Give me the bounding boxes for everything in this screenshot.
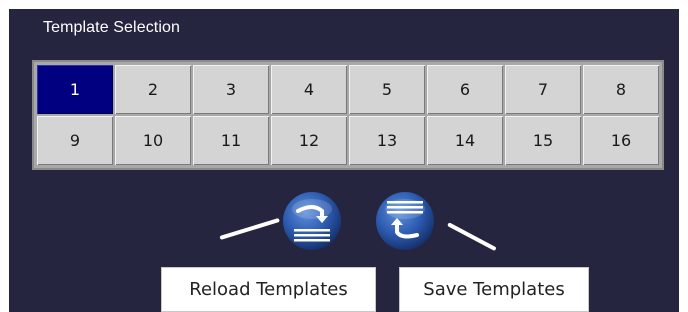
- template-cell-2[interactable]: 2: [115, 65, 191, 114]
- template-grid: 1 2 3 4 5 6 7 8 9 10 11 12 13 14 15 16: [32, 60, 664, 170]
- template-cell-12[interactable]: 12: [271, 116, 347, 165]
- template-cell-10[interactable]: 10: [115, 116, 191, 165]
- save-templates-icon: [376, 192, 434, 250]
- template-cell-3[interactable]: 3: [193, 65, 269, 114]
- template-cell-8[interactable]: 8: [583, 65, 659, 114]
- template-cell-7[interactable]: 7: [505, 65, 581, 114]
- reload-templates-label[interactable]: Reload Templates: [161, 267, 376, 312]
- template-cell-1[interactable]: 1: [37, 65, 113, 114]
- template-cell-9[interactable]: 9: [37, 116, 113, 165]
- save-templates-label[interactable]: Save Templates: [399, 267, 589, 312]
- template-cell-4[interactable]: 4: [271, 65, 347, 114]
- panel-title: Template Selection: [43, 19, 180, 36]
- template-cell-15[interactable]: 15: [505, 116, 581, 165]
- template-cell-13[interactable]: 13: [349, 116, 425, 165]
- save-templates-button[interactable]: [373, 189, 437, 253]
- template-cell-5[interactable]: 5: [349, 65, 425, 114]
- template-cell-11[interactable]: 11: [193, 116, 269, 165]
- template-cell-6[interactable]: 6: [427, 65, 503, 114]
- template-cell-16[interactable]: 16: [583, 116, 659, 165]
- reload-templates-icon: [283, 192, 341, 250]
- reload-templates-button[interactable]: [280, 189, 344, 253]
- template-cell-14[interactable]: 14: [427, 116, 503, 165]
